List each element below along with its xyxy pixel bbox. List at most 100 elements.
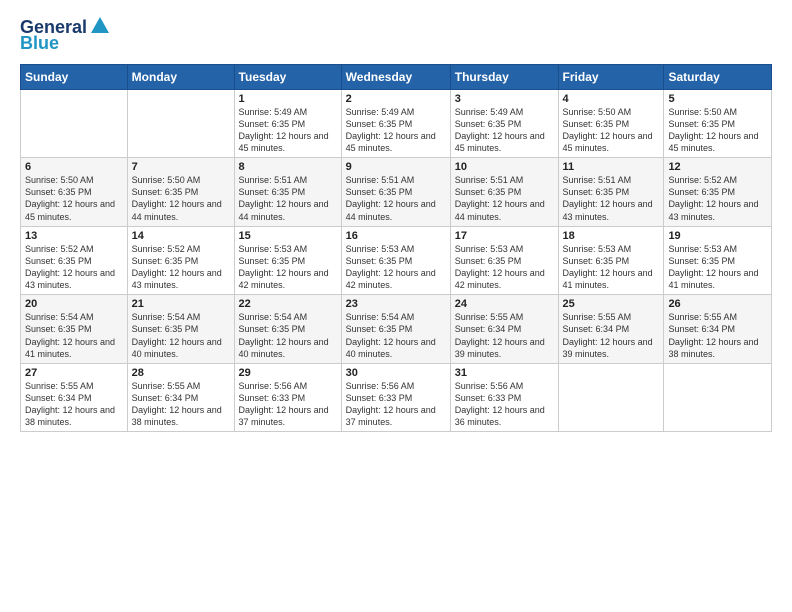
day-info: Sunrise: 5:53 AM Sunset: 6:35 PM Dayligh… [239,243,337,292]
col-header-wednesday: Wednesday [341,64,450,89]
day-number: 10 [455,161,554,173]
day-info: Sunrise: 5:51 AM Sunset: 6:35 PM Dayligh… [563,174,660,223]
day-info: Sunrise: 5:56 AM Sunset: 6:33 PM Dayligh… [239,380,337,429]
calendar-cell: 28Sunrise: 5:55 AM Sunset: 6:34 PM Dayli… [127,363,234,432]
day-number: 26 [668,298,767,310]
logo: General Blue [20,18,111,54]
col-header-sunday: Sunday [21,64,128,89]
logo-blue: Blue [20,34,59,54]
calendar-cell: 19Sunrise: 5:53 AM Sunset: 6:35 PM Dayli… [664,226,772,295]
day-info: Sunrise: 5:49 AM Sunset: 6:35 PM Dayligh… [346,106,446,155]
day-info: Sunrise: 5:51 AM Sunset: 6:35 PM Dayligh… [346,174,446,223]
day-info: Sunrise: 5:56 AM Sunset: 6:33 PM Dayligh… [346,380,446,429]
day-info: Sunrise: 5:53 AM Sunset: 6:35 PM Dayligh… [455,243,554,292]
day-number: 23 [346,298,446,310]
calendar-cell: 23Sunrise: 5:54 AM Sunset: 6:35 PM Dayli… [341,295,450,364]
day-number: 3 [455,93,554,105]
calendar-cell: 22Sunrise: 5:54 AM Sunset: 6:35 PM Dayli… [234,295,341,364]
calendar-cell: 24Sunrise: 5:55 AM Sunset: 6:34 PM Dayli… [450,295,558,364]
calendar-cell: 27Sunrise: 5:55 AM Sunset: 6:34 PM Dayli… [21,363,128,432]
day-number: 28 [132,367,230,379]
day-number: 12 [668,161,767,173]
day-info: Sunrise: 5:50 AM Sunset: 6:35 PM Dayligh… [563,106,660,155]
calendar-cell: 16Sunrise: 5:53 AM Sunset: 6:35 PM Dayli… [341,226,450,295]
day-info: Sunrise: 5:50 AM Sunset: 6:35 PM Dayligh… [668,106,767,155]
calendar-cell: 20Sunrise: 5:54 AM Sunset: 6:35 PM Dayli… [21,295,128,364]
day-number: 16 [346,230,446,242]
day-number: 5 [668,93,767,105]
col-header-monday: Monday [127,64,234,89]
calendar-table: SundayMondayTuesdayWednesdayThursdayFrid… [20,64,772,433]
calendar-cell: 8Sunrise: 5:51 AM Sunset: 6:35 PM Daylig… [234,158,341,227]
calendar-cell: 9Sunrise: 5:51 AM Sunset: 6:35 PM Daylig… [341,158,450,227]
day-number: 20 [25,298,123,310]
calendar-week-5: 27 Sunrise: 5:55 AM Sunset: 6:34 PM Dayli… [21,363,772,432]
day-info: Sunrise: 5:55 AM Sunset: 6:34 PM Dayligh… [455,311,554,360]
calendar-cell: 10Sunrise: 5:51 AM Sunset: 6:35 PM Dayli… [450,158,558,227]
calendar-cell [558,363,664,432]
day-info: Sunrise: 5:53 AM Sunset: 6:35 PM Dayligh… [563,243,660,292]
day-info: Sunrise: 5:54 AM Sunset: 6:35 PM Dayligh… [346,311,446,360]
calendar-cell: 17Sunrise: 5:53 AM Sunset: 6:35 PM Dayli… [450,226,558,295]
day-number: 30 [346,367,446,379]
calendar-cell [21,89,128,158]
calendar-cell: 7Sunrise: 5:50 AM Sunset: 6:35 PM Daylig… [127,158,234,227]
day-info: Sunrise: 5:53 AM Sunset: 6:35 PM Dayligh… [346,243,446,292]
day-info: Sunrise: 5:50 AM Sunset: 6:35 PM Dayligh… [132,174,230,223]
calendar-week-2: 6Sunrise: 5:50 AM Sunset: 6:35 PM Daylig… [21,158,772,227]
calendar-cell: 1Sunrise: 5:49 AM Sunset: 6:35 PM Daylig… [234,89,341,158]
calendar-cell: 15Sunrise: 5:53 AM Sunset: 6:35 PM Dayli… [234,226,341,295]
day-number: 11 [563,161,660,173]
day-info: Sunrise: 5:55 AM Sunset: 6:34 PM Dayligh… [132,380,230,429]
day-info: Sunrise: 5:54 AM Sunset: 6:35 PM Dayligh… [132,311,230,360]
calendar-cell: 30Sunrise: 5:56 AM Sunset: 6:33 PM Dayli… [341,363,450,432]
calendar-cell [127,89,234,158]
header: General Blue [20,18,772,54]
calendar-week-4: 20Sunrise: 5:54 AM Sunset: 6:35 PM Dayli… [21,295,772,364]
day-info: Sunrise: 5:54 AM Sunset: 6:35 PM Dayligh… [25,311,123,360]
calendar-cell: 26Sunrise: 5:55 AM Sunset: 6:34 PM Dayli… [664,295,772,364]
day-number: 24 [455,298,554,310]
calendar-cell: 6Sunrise: 5:50 AM Sunset: 6:35 PM Daylig… [21,158,128,227]
calendar-cell: 13Sunrise: 5:52 AM Sunset: 6:35 PM Dayli… [21,226,128,295]
day-number: 1 [239,93,337,105]
calendar-cell: 4Sunrise: 5:50 AM Sunset: 6:35 PM Daylig… [558,89,664,158]
calendar-cell: 14Sunrise: 5:52 AM Sunset: 6:35 PM Dayli… [127,226,234,295]
day-info: Sunrise: 5:56 AM Sunset: 6:33 PM Dayligh… [455,380,554,429]
day-number: 18 [563,230,660,242]
day-number: 4 [563,93,660,105]
col-header-saturday: Saturday [664,64,772,89]
day-number: 31 [455,367,554,379]
day-number: 27 [25,367,123,379]
calendar-week-1: 1Sunrise: 5:49 AM Sunset: 6:35 PM Daylig… [21,89,772,158]
calendar-cell: 29Sunrise: 5:56 AM Sunset: 6:33 PM Dayli… [234,363,341,432]
day-number: 17 [455,230,554,242]
day-info: Sunrise: 5:53 AM Sunset: 6:35 PM Dayligh… [668,243,767,292]
day-info: Sunrise: 5:50 AM Sunset: 6:35 PM Dayligh… [25,174,123,223]
day-info: Sunrise: 5:55 AM Sunset: 6:34 PM Dayligh… [563,311,660,360]
day-info: Sunrise: 5:55 AM Sunset: 6:34 PM Dayligh… [668,311,767,360]
col-header-tuesday: Tuesday [234,64,341,89]
day-info: Sunrise: 5:49 AM Sunset: 6:35 PM Dayligh… [239,106,337,155]
logo-icon [89,15,111,37]
day-number: 19 [668,230,767,242]
calendar-cell: 5Sunrise: 5:50 AM Sunset: 6:35 PM Daylig… [664,89,772,158]
day-number: 15 [239,230,337,242]
day-info: Sunrise: 5:52 AM Sunset: 6:35 PM Dayligh… [25,243,123,292]
calendar-cell: 12Sunrise: 5:52 AM Sunset: 6:35 PM Dayli… [664,158,772,227]
page: General Blue SundayMondayTuesdayWednesda… [0,0,792,612]
day-info: Sunrise: 5:52 AM Sunset: 6:35 PM Dayligh… [132,243,230,292]
day-number: 6 [25,161,123,173]
day-number: 14 [132,230,230,242]
day-info: Sunrise: 5:52 AM Sunset: 6:35 PM Dayligh… [668,174,767,223]
day-number: 13 [25,230,123,242]
day-number: 7 [132,161,230,173]
day-info: Sunrise: 5:51 AM Sunset: 6:35 PM Dayligh… [239,174,337,223]
calendar-cell: 18Sunrise: 5:53 AM Sunset: 6:35 PM Dayli… [558,226,664,295]
calendar-cell: 2Sunrise: 5:49 AM Sunset: 6:35 PM Daylig… [341,89,450,158]
day-number: 8 [239,161,337,173]
calendar-cell [664,363,772,432]
day-info: Sunrise: 5:54 AM Sunset: 6:35 PM Dayligh… [239,311,337,360]
day-number: 25 [563,298,660,310]
calendar-cell: 31Sunrise: 5:56 AM Sunset: 6:33 PM Dayli… [450,363,558,432]
